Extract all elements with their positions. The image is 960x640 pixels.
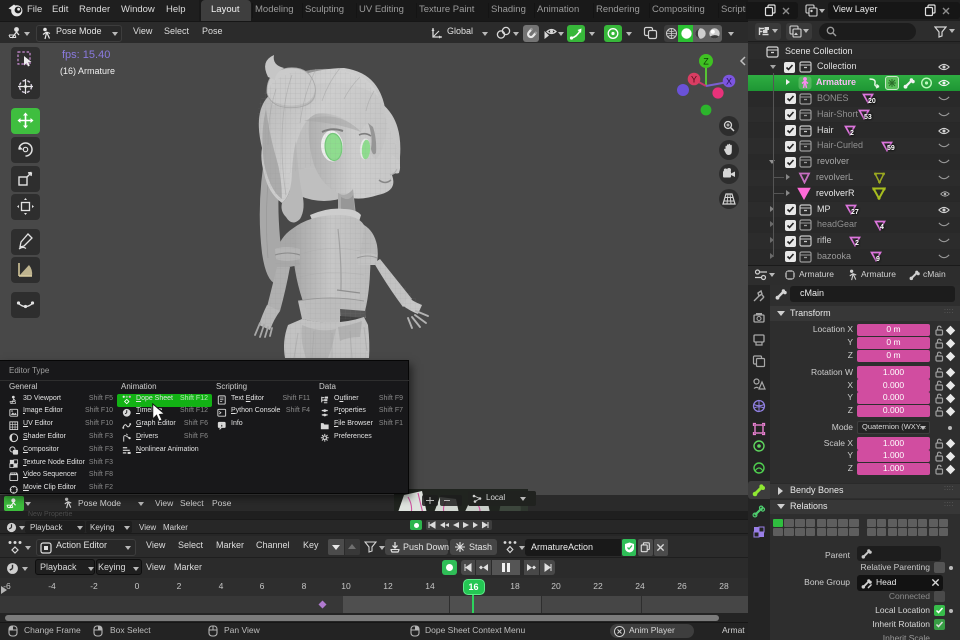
svg-text:Y: Y — [691, 75, 697, 85]
svg-text:X: X — [726, 77, 732, 87]
svg-text:Z: Z — [703, 57, 709, 67]
